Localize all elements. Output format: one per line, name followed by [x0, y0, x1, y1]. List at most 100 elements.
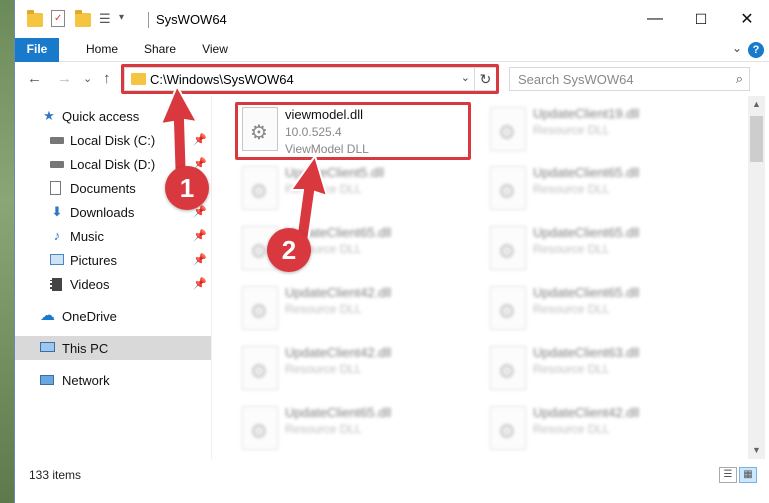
- title-separator: [148, 12, 149, 28]
- navigation-bar: ← → ⌄ ↑ C:\Windows\SysWOW64 ⌄ ↻ Search S…: [15, 62, 769, 96]
- file-item[interactable]: UpdateClient65.dll Resource DLL: [236, 400, 476, 458]
- file-type: Resource DLL: [285, 422, 362, 436]
- ribbon-tabs: File Home Share View ⌄ ?: [15, 38, 769, 62]
- file-item[interactable]: UpdateClient65.dll Resource DLL: [484, 160, 724, 218]
- close-button[interactable]: ✕: [724, 0, 769, 38]
- recent-locations-button[interactable]: ⌄: [83, 72, 92, 85]
- pin-icon[interactable]: 📌: [193, 253, 207, 266]
- vertical-scrollbar[interactable]: ▲ ▼: [748, 96, 765, 459]
- dll-file-icon: [490, 226, 526, 270]
- cloud-icon: ☁: [40, 307, 55, 324]
- pictures-icon: [50, 253, 64, 267]
- file-type: Resource DLL: [533, 242, 610, 256]
- title-bar: ✓ ☰ ▾ SysWOW64 — ☐ ✕: [15, 0, 769, 38]
- file-type: Resource DLL: [285, 362, 362, 376]
- file-item[interactable]: UpdateClient42.dll Resource DLL: [236, 340, 476, 398]
- explorer-window: ✓ ☰ ▾ SysWOW64 — ☐ ✕ File Home Share Vie…: [14, 0, 769, 503]
- file-name: UpdateClient42.dll: [533, 405, 640, 420]
- large-icons-view-icon[interactable]: ▦: [739, 467, 757, 483]
- dll-file-icon: [242, 286, 278, 330]
- file-type: Resource DLL: [285, 302, 362, 316]
- sidebar-item-label: Network: [62, 373, 110, 388]
- tab-view[interactable]: View: [191, 38, 239, 62]
- forward-button[interactable]: →: [57, 70, 72, 87]
- minimize-button[interactable]: —: [632, 0, 678, 38]
- sidebar-item-label: Local Disk (C:): [70, 133, 156, 148]
- computer-icon: [40, 341, 55, 355]
- file-type: Resource DLL: [533, 362, 610, 376]
- sidebar-item-label: Pictures: [70, 253, 117, 268]
- pin-icon[interactable]: 📌: [193, 277, 207, 290]
- step-2-badge: 2: [267, 228, 311, 272]
- qat-dropdown-icon[interactable]: ▾: [119, 12, 129, 26]
- step-1-badge: 1: [165, 166, 209, 210]
- sidebar-item-label: This PC: [62, 341, 109, 356]
- folder-icon[interactable]: [27, 10, 43, 27]
- file-type: Resource DLL: [533, 422, 610, 436]
- sidebar-item-videos[interactable]: Videos 📌: [15, 272, 211, 296]
- sidebar-item-label: OneDrive: [62, 309, 117, 324]
- dll-file-icon: [490, 346, 526, 390]
- dll-file-icon: [490, 406, 526, 450]
- sidebar-item-label: Quick access: [62, 109, 140, 124]
- up-button[interactable]: ↑: [103, 70, 111, 87]
- scroll-up-icon[interactable]: ▲: [748, 96, 765, 113]
- scroll-thumb[interactable]: [750, 116, 763, 162]
- search-icon[interactable]: ⌕: [736, 71, 743, 87]
- file-item[interactable]: UpdateClient19.dll Resource DLL: [484, 101, 724, 159]
- file-item[interactable]: UpdateClient5.dll Resource DLL: [236, 160, 476, 218]
- sidebar-item-label: Downloads: [70, 205, 135, 220]
- search-input[interactable]: Search SysWOW64 ⌕: [509, 67, 750, 91]
- file-name: UpdateClient42.dll: [285, 345, 392, 360]
- file-type: Resource DLL: [533, 182, 610, 196]
- help-icon[interactable]: ?: [748, 42, 764, 58]
- drive-icon: [50, 157, 64, 171]
- dll-file-icon: [490, 107, 526, 151]
- qat-customize-icon[interactable]: ☰: [99, 11, 115, 27]
- back-button[interactable]: ←: [27, 70, 42, 87]
- file-item[interactable]: UpdateClient42.dll Resource DLL: [484, 400, 724, 458]
- scroll-down-icon[interactable]: ▼: [748, 442, 765, 459]
- file-item[interactable]: UpdateClient63.dll Resource DLL: [484, 340, 724, 398]
- details-view-icon[interactable]: ☰: [719, 467, 737, 483]
- properties-icon[interactable]: ✓: [51, 10, 65, 27]
- dll-file-icon: [490, 166, 526, 210]
- documents-icon: [50, 181, 64, 195]
- dll-file-icon: [242, 346, 278, 390]
- ribbon-expand-icon[interactable]: ⌄: [732, 41, 742, 55]
- file-name: UpdateClient19.dll: [533, 106, 640, 121]
- file-name: UpdateClient65.dll: [533, 285, 640, 300]
- dll-file-icon: [242, 166, 278, 210]
- item-count: 133 items: [29, 468, 82, 482]
- network-icon: [40, 373, 54, 387]
- drive-icon: [50, 133, 64, 147]
- file-name: UpdateClient63.dll: [533, 345, 640, 360]
- sidebar-item-this-pc[interactable]: This PC: [15, 336, 211, 360]
- tab-file[interactable]: File: [15, 38, 59, 62]
- sidebar-item-network[interactable]: Network: [15, 368, 211, 392]
- sidebar-item-onedrive[interactable]: ☁ OneDrive: [15, 304, 211, 328]
- new-folder-icon[interactable]: [75, 10, 91, 27]
- sidebar-item-label: Music: [70, 229, 104, 244]
- window-title: SysWOW64: [156, 12, 227, 27]
- maximize-button[interactable]: ☐: [678, 0, 724, 38]
- tab-share[interactable]: Share: [135, 38, 185, 62]
- file-type: Resource DLL: [533, 302, 610, 316]
- file-name: UpdateClient65.dll: [285, 405, 392, 420]
- file-name: UpdateClient65.dll: [533, 165, 640, 180]
- file-item[interactable]: UpdateClient65.dll Resource DLL: [484, 280, 724, 338]
- pin-icon[interactable]: 📌: [193, 229, 207, 242]
- file-highlight-box: [235, 102, 471, 160]
- downloads-icon: ⬇: [51, 204, 63, 219]
- sidebar-item-label: Documents: [70, 181, 136, 196]
- sidebar-item-pictures[interactable]: Pictures 📌: [15, 248, 211, 272]
- sidebar-item-music[interactable]: ♪ Music 📌: [15, 224, 211, 248]
- dll-file-icon: [242, 406, 278, 450]
- tab-home[interactable]: Home: [75, 38, 129, 62]
- status-bar: 133 items ☰ ▦: [15, 459, 769, 489]
- file-item[interactable]: UpdateClient65.dll Resource DLL: [484, 220, 724, 278]
- sidebar-item-label: Local Disk (D:): [70, 157, 156, 172]
- sidebar-item-label: Videos: [70, 277, 110, 292]
- file-item[interactable]: UpdateClient42.dll Resource DLL: [236, 280, 476, 338]
- file-name: UpdateClient65.dll: [533, 225, 640, 240]
